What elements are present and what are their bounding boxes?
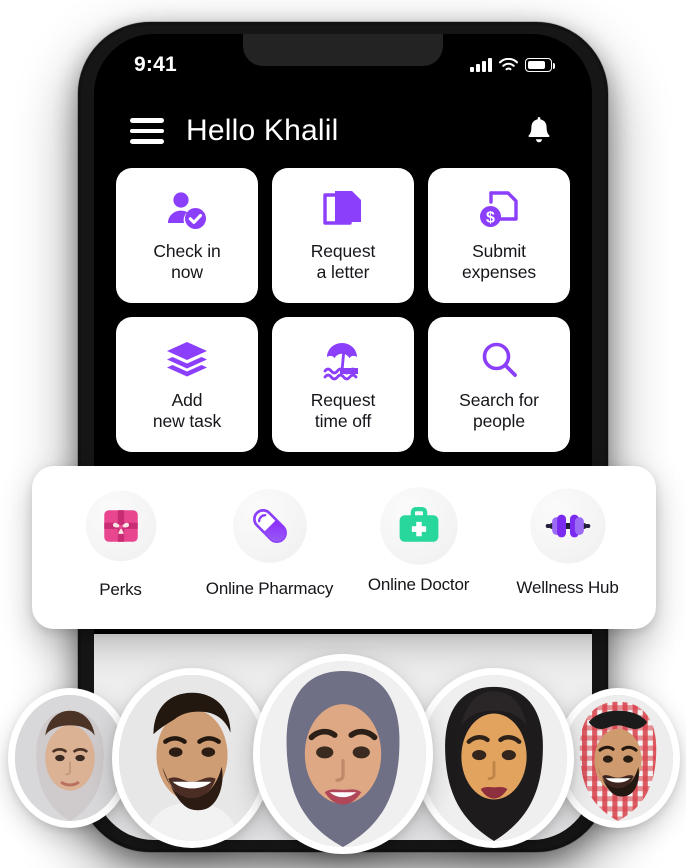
quick-action-check-in-now[interactable]: Check in now [116,168,258,303]
avatar-photo [119,675,265,841]
services-card: Perks Online Pharmacy Online Doctor Well… [32,466,656,629]
service-perks[interactable]: Perks [46,488,195,600]
pill-capsule-icon [232,489,307,563]
receipt-dollar-icon: $ [477,187,521,235]
status-bar-time: 9:41 [134,53,177,76]
beach-umbrella-icon [320,336,366,384]
quick-action-submit-expenses[interactable]: $ Submit expenses [428,168,570,303]
avatar-photo [421,675,567,841]
bell-icon[interactable] [522,114,556,148]
medical-bag-icon [379,487,458,565]
quick-action-label: Submit expenses [461,240,537,282]
quick-action-label: Check in now [153,240,221,282]
quick-action-label: Search for people [459,389,539,431]
avatar-photo [15,695,125,821]
quick-action-search-for-people[interactable]: Search for people [428,317,570,452]
quick-action-request-a-letter[interactable]: Request a letter [272,168,414,303]
avatar-person-4[interactable] [414,668,574,848]
status-bar-indicators [470,58,555,72]
avatar-person-5[interactable] [556,688,680,828]
quick-action-request-time-off[interactable]: Request time off [272,317,414,452]
service-wellness-hub[interactable]: Wellness Hub [493,488,642,598]
quick-actions-grid: Check in now Request a letter $ Submit e… [94,168,592,452]
status-bar: 9:41 [94,34,592,96]
avatar-person-3[interactable] [253,654,433,854]
battery-icon [525,58,555,72]
service-label: Online Pharmacy [205,579,334,598]
layers-stack-icon [165,336,209,384]
quick-action-label: Request time off [310,389,376,431]
gift-box-icon [85,490,156,562]
app-header: Hello Khalil [94,100,592,162]
quick-action-label: Add new task [152,389,222,431]
dumbbell-icon [529,488,606,564]
screenshot-stage: 9:41 Hello Khalil Check in now Request a… [0,0,686,868]
service-label: Wellness Hub [516,578,619,597]
avatar-person-2[interactable] [112,668,272,848]
hamburger-menu-icon[interactable] [130,118,164,144]
service-online-doctor[interactable]: Online Doctor [344,487,493,595]
quick-action-add-new-task[interactable]: Add new task [116,317,258,452]
page-title: Hello Khalil [186,114,339,147]
service-label: Perks [99,580,142,599]
service-label: Online Doctor [367,575,470,594]
avatar-photo [563,695,673,821]
svg-text:$: $ [486,209,495,226]
wifi-icon [499,58,518,71]
cellular-signal-icon [470,58,492,72]
user-check-icon [164,187,210,235]
magnifier-search-icon [478,336,520,384]
quick-action-label: Request a letter [310,240,376,282]
documents-icon [322,187,364,235]
avatar-photo [260,661,426,847]
service-online-pharmacy[interactable]: Online Pharmacy [195,488,344,599]
